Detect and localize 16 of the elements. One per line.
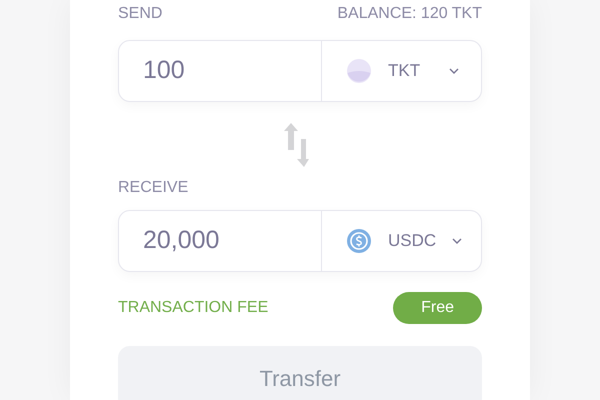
coin-icon — [346, 228, 372, 254]
send-label: SEND — [118, 4, 162, 24]
amount-input[interactable]: 100 — [119, 41, 322, 101]
swap-icon[interactable] — [283, 122, 309, 168]
chevron-down-icon — [452, 238, 462, 244]
amount-field[interactable]: 100 TKT — [118, 40, 482, 102]
fee-badge: Free — [393, 292, 482, 324]
balance-text: BALANCE: 120 TKT — [337, 4, 482, 24]
chevron-down-icon — [449, 68, 459, 74]
token-icon — [346, 58, 372, 84]
token-select[interactable]: TKT — [322, 41, 481, 101]
receive-label: RECEIVE — [118, 178, 190, 198]
amount-field[interactable]: 20,000 USDC — [118, 210, 482, 272]
fee-label: TRANSACTION FEE — [118, 298, 268, 318]
token-select[interactable]: USDC — [322, 211, 484, 271]
amount-input[interactable]: 20,000 — [119, 211, 322, 271]
